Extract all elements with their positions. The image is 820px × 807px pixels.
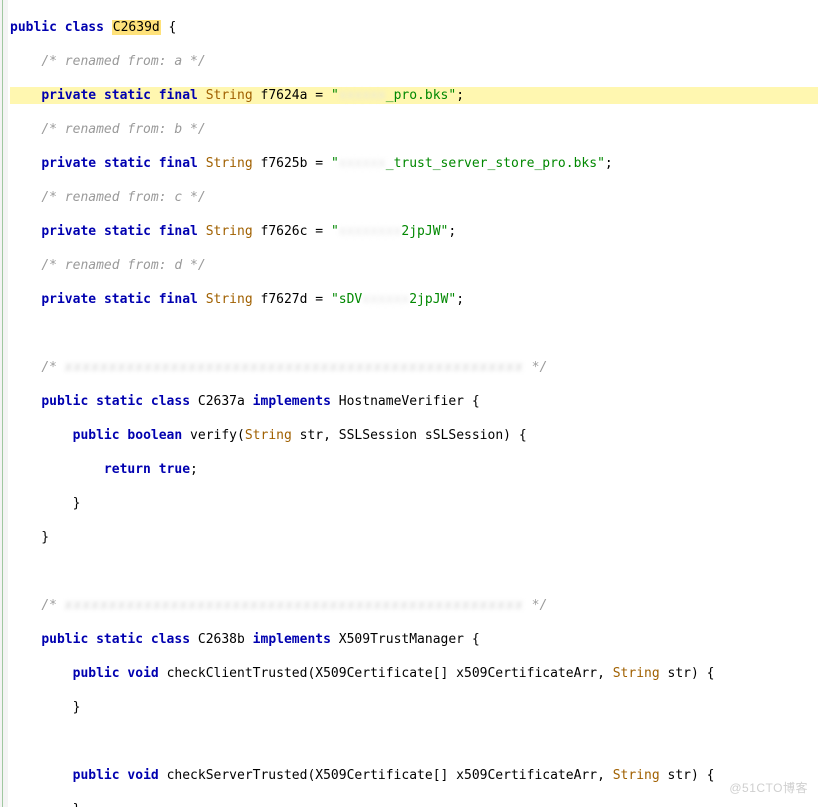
kw: static xyxy=(96,394,143,409)
comment-renamed-a: /* renamed from: a */ xyxy=(41,54,205,69)
kw-public: public xyxy=(10,20,57,35)
kw: public xyxy=(73,768,120,783)
kw: private xyxy=(41,224,96,239)
comment-renamed-d: /* renamed from: d */ xyxy=(41,258,205,273)
kw: static xyxy=(96,632,143,647)
kw-class: class xyxy=(65,20,104,35)
kw: implements xyxy=(253,632,331,647)
comment-smudged-1: /* xxxxxxxxxxxxxxxxxxxxxxxxxxxxxxxxxxxxx… xyxy=(41,360,547,375)
fn-verify: verify xyxy=(190,428,237,443)
id: x509CertificateArr xyxy=(456,666,597,681)
lit-jpjw2: 2jpJW xyxy=(409,292,448,307)
class-C2638b: C2638b xyxy=(198,632,245,647)
kw-final: final xyxy=(159,88,198,103)
ty: String xyxy=(206,156,253,171)
kw: final xyxy=(159,156,198,171)
ty: String xyxy=(206,292,253,307)
watermark: @51CTO博客 xyxy=(729,780,808,797)
ty: String xyxy=(613,768,660,783)
type-string: String xyxy=(206,88,253,103)
kw: class xyxy=(151,632,190,647)
kw: private xyxy=(41,156,96,171)
kw: static xyxy=(104,292,151,307)
id: str xyxy=(668,768,691,783)
fold-bar xyxy=(2,0,3,807)
fn-cst: checkServerTrusted xyxy=(167,768,308,783)
kw: public xyxy=(73,428,120,443)
fn-cct: checkClientTrusted xyxy=(167,666,308,681)
kw: public xyxy=(73,666,120,681)
id: str xyxy=(300,428,323,443)
kw-private: private xyxy=(41,88,96,103)
ty: X509Certificate xyxy=(315,666,432,681)
comment-renamed-c: /* renamed from: c */ xyxy=(41,190,205,205)
field-f7626c: f7626c xyxy=(261,224,308,239)
id: str xyxy=(668,666,691,681)
ty: SSLSession xyxy=(339,428,417,443)
ty: String xyxy=(613,666,660,681)
field-f7627d: f7627d xyxy=(261,292,308,307)
class-name-highlight: C2639d xyxy=(112,20,161,35)
kw: void xyxy=(127,666,158,681)
kw: class xyxy=(151,394,190,409)
kw: private xyxy=(41,292,96,307)
code-block: public class C2639d { /* renamed from: a… xyxy=(10,2,818,807)
lit-trust-store: _trust_server_store_pro.bks xyxy=(386,156,597,171)
kw: void xyxy=(127,768,158,783)
kw: static xyxy=(104,224,151,239)
comment-smudged-2: /* xxxxxxxxxxxxxxxxxxxxxxxxxxxxxxxxxxxxx… xyxy=(41,598,547,613)
field-f7625b: f7625b xyxy=(261,156,308,171)
kw: static xyxy=(104,156,151,171)
lit-sdv: sDV xyxy=(339,292,362,307)
lit-jpjw: 2jpJW xyxy=(401,224,440,239)
lit-pro-bks: _pro.bks xyxy=(386,88,449,103)
ty: String xyxy=(206,224,253,239)
field-f7624a-line: private static final String f7624a = "xx… xyxy=(10,87,818,104)
kw: final xyxy=(159,224,198,239)
id: x509CertificateArr xyxy=(456,768,597,783)
ty-x509tm: X509TrustManager xyxy=(339,632,464,647)
kw-static: static xyxy=(104,88,151,103)
ty: String xyxy=(245,428,292,443)
field-f7624a: f7624a xyxy=(261,88,308,103)
kw: final xyxy=(159,292,198,307)
kw: true xyxy=(159,462,190,477)
id: sSLSession xyxy=(425,428,503,443)
ty-hv: HostnameVerifier xyxy=(339,394,464,409)
kw: implements xyxy=(253,394,331,409)
kw: public xyxy=(41,394,88,409)
ty: X509Certificate xyxy=(315,768,432,783)
comment-renamed-b: /* renamed from: b */ xyxy=(41,122,205,137)
kw: public xyxy=(41,632,88,647)
kw: boolean xyxy=(127,428,182,443)
code-viewer: public class C2639d { /* renamed from: a… xyxy=(0,0,820,807)
class-C2637a: C2637a xyxy=(198,394,245,409)
kw: return xyxy=(104,462,151,477)
